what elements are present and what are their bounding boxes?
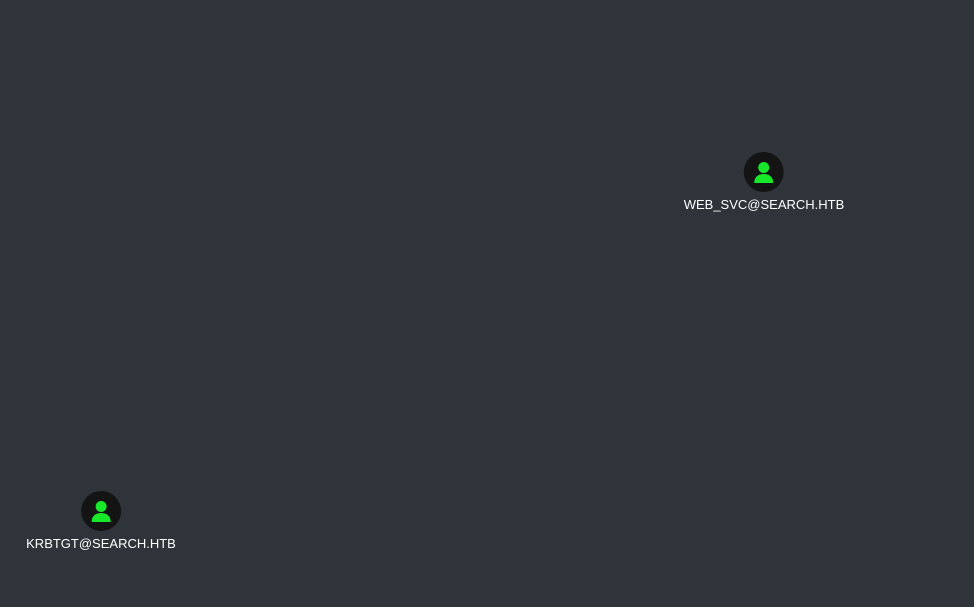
- user-icon: [81, 491, 121, 531]
- graph-node-web-svc[interactable]: WEB_SVC@SEARCH.HTB: [683, 152, 845, 213]
- graph-node-krbtgt[interactable]: KRBTGT@SEARCH.HTB: [26, 491, 176, 552]
- graph-canvas[interactable]: WEB_SVC@SEARCH.HTB KRBTGT@SEARCH.HTB: [0, 0, 974, 607]
- node-label: KRBTGT@SEARCH.HTB: [26, 536, 176, 551]
- user-icon: [744, 152, 784, 192]
- node-label: WEB_SVC@SEARCH.HTB: [683, 197, 845, 212]
